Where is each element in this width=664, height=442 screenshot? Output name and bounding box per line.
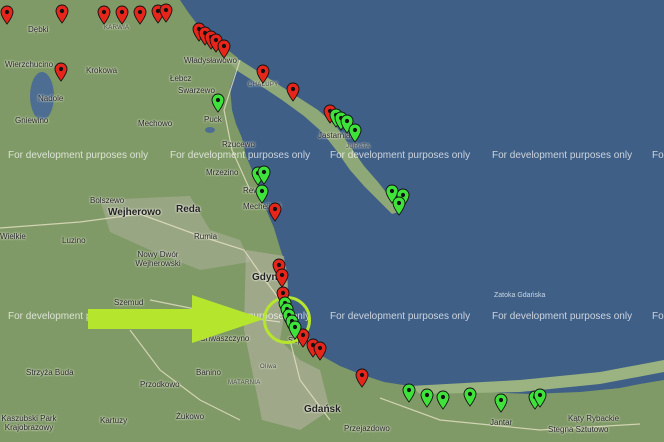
place-label: Kartuzy bbox=[100, 416, 128, 425]
red-pin-icon[interactable] bbox=[0, 5, 14, 25]
red-pin-icon[interactable] bbox=[286, 82, 300, 102]
red-pin-icon[interactable] bbox=[313, 341, 327, 361]
place-label: Nadole bbox=[38, 94, 64, 103]
place-label: Reda bbox=[176, 204, 201, 215]
green-pin-icon[interactable] bbox=[288, 320, 302, 340]
green-pin-icon[interactable] bbox=[402, 383, 416, 403]
place-label: Krokowa bbox=[86, 66, 118, 75]
place-label: Nowy Dwór Wejherowski bbox=[135, 250, 181, 268]
place-label: KARWIA bbox=[104, 25, 130, 31]
red-pin-icon[interactable] bbox=[159, 3, 173, 23]
place-label: Banino bbox=[196, 368, 221, 377]
place-label: Puck bbox=[204, 115, 222, 124]
place-label: Mechowo bbox=[138, 119, 173, 128]
green-pin-icon[interactable] bbox=[257, 165, 271, 185]
red-pin-icon[interactable] bbox=[97, 5, 111, 25]
place-label: Żukowo bbox=[176, 412, 205, 421]
red-pin-icon[interactable] bbox=[268, 202, 282, 222]
lake-small bbox=[205, 127, 215, 133]
place-label: Łebcz bbox=[170, 74, 192, 83]
red-pin-icon[interactable] bbox=[256, 64, 270, 84]
highlight-arrow-icon bbox=[88, 295, 264, 343]
place-label: Rzucewo bbox=[222, 140, 255, 149]
dev-watermark: For development purposes only bbox=[330, 150, 471, 161]
green-pin-icon[interactable] bbox=[494, 393, 508, 413]
red-pin-icon[interactable] bbox=[115, 5, 129, 25]
red-pin-icon[interactable] bbox=[54, 62, 68, 82]
place-label: Zatoka Gdańska bbox=[494, 292, 546, 299]
place-label: Oliwa bbox=[260, 364, 277, 370]
map-view[interactable]: Dębki KARWIA Władysławowo Wierzchucino K… bbox=[0, 0, 664, 442]
dev-watermark: For development purposes only bbox=[8, 150, 149, 161]
red-pin-icon[interactable] bbox=[133, 5, 147, 25]
place-label: Luzino bbox=[62, 236, 86, 245]
place-label: MATARNIA bbox=[228, 380, 261, 386]
place-label: Kaszubski Park Krajobrazowy bbox=[1, 414, 57, 432]
dev-watermark: For development purposes only bbox=[652, 150, 664, 161]
place-label: Przodkowo bbox=[140, 380, 180, 389]
place-label: Wejherowo bbox=[108, 207, 162, 218]
green-pin-icon[interactable] bbox=[463, 387, 477, 407]
place-label: Gniewino bbox=[15, 116, 49, 125]
red-pin-icon[interactable] bbox=[55, 4, 69, 24]
place-label: Dębki bbox=[28, 25, 49, 34]
green-pin-icon[interactable] bbox=[420, 388, 434, 408]
dev-watermark: For development purposes only bbox=[492, 311, 633, 322]
dev-watermark: For development purposes only bbox=[492, 150, 633, 161]
place-label: Strzyża Buda bbox=[26, 368, 74, 377]
green-pin-icon[interactable] bbox=[211, 93, 225, 113]
red-pin-icon[interactable] bbox=[217, 39, 231, 59]
place-label: Mrzezino bbox=[206, 168, 239, 177]
dev-watermark: For development purposes only bbox=[330, 311, 471, 322]
place-label: Kąty Rybackie bbox=[568, 414, 620, 423]
place-label: Swarzewo bbox=[178, 86, 215, 95]
place-label: Stegna Sztutowo bbox=[548, 425, 609, 434]
place-label: Wielkie bbox=[0, 232, 26, 241]
place-label: Bolszewo bbox=[90, 196, 125, 205]
red-pin-icon[interactable] bbox=[355, 368, 369, 388]
green-pin-icon[interactable] bbox=[436, 390, 450, 410]
dev-watermark: For development purposes only bbox=[652, 311, 664, 322]
place-label: Gdańsk bbox=[304, 404, 341, 415]
green-pin-icon[interactable] bbox=[348, 123, 362, 143]
place-label: Przejazdowo bbox=[344, 424, 390, 433]
green-pin-icon[interactable] bbox=[392, 196, 406, 216]
dev-watermark: For development purposes only bbox=[170, 150, 311, 161]
place-label: Jantar bbox=[490, 418, 513, 427]
place-label: Wierzchucino bbox=[5, 60, 54, 69]
red-pin-icon[interactable] bbox=[275, 268, 289, 288]
place-label: Rumia bbox=[194, 232, 218, 241]
green-pin-icon[interactable] bbox=[255, 184, 269, 204]
green-pin-icon[interactable] bbox=[533, 388, 547, 408]
